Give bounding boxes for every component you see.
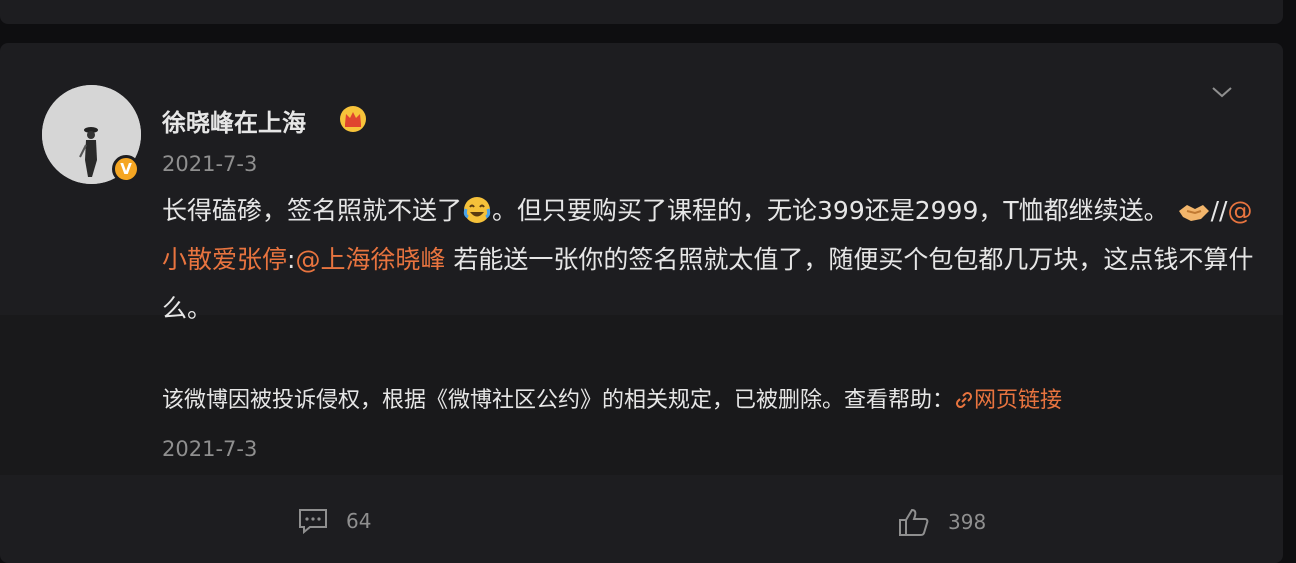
like-button[interactable]: 398 — [898, 508, 986, 536]
username[interactable]: 徐晓峰在上海 — [162, 103, 306, 138]
post-text-part1: 长得磕碜，签名照就不送了 — [162, 196, 463, 225]
post-date[interactable]: 2021-7-3 — [162, 152, 257, 176]
handshake-emoji-icon — [1178, 205, 1209, 221]
deleted-notice-text: 该微博因被投诉侵权，根据《微博社区公约》的相关规定，已被删除。查看帮助： — [162, 388, 955, 413]
like-count: 398 — [948, 510, 987, 534]
like-icon — [899, 508, 929, 536]
retweet-date[interactable]: 2021-7-3 — [162, 437, 257, 461]
web-link[interactable]: 网页链接 — [954, 388, 1062, 413]
crown-icon[interactable] — [338, 105, 368, 133]
comment-button[interactable]: 64 — [298, 508, 371, 534]
chevron-down-icon[interactable] — [1210, 84, 1234, 100]
previous-card — [0, 0, 1283, 24]
post-text-separator: // — [1210, 196, 1228, 225]
link-icon — [955, 391, 973, 409]
verified-badge-icon: V — [112, 155, 140, 183]
web-link-label[interactable]: 网页链接 — [974, 388, 1062, 413]
post-text-part2: 。但只要购买了课程的，无论399还是2999，T恤都继续送。 — [492, 196, 1169, 225]
comment-icon — [299, 509, 327, 534]
laugh-cry-emoji-icon — [463, 197, 491, 223]
post-text: 长得磕碜，签名照就不送了 。但只要购买了课程的，无论399还是2999，T恤都继续… — [162, 186, 1257, 333]
comment-count: 64 — [346, 509, 372, 533]
deleted-notice: 该微博因被投诉侵权，根据《微博社区公约》的相关规定，已被删除。查看帮助： 网页链接 — [162, 382, 1062, 414]
mention-link[interactable]: @上海徐晓峰 — [295, 245, 445, 274]
